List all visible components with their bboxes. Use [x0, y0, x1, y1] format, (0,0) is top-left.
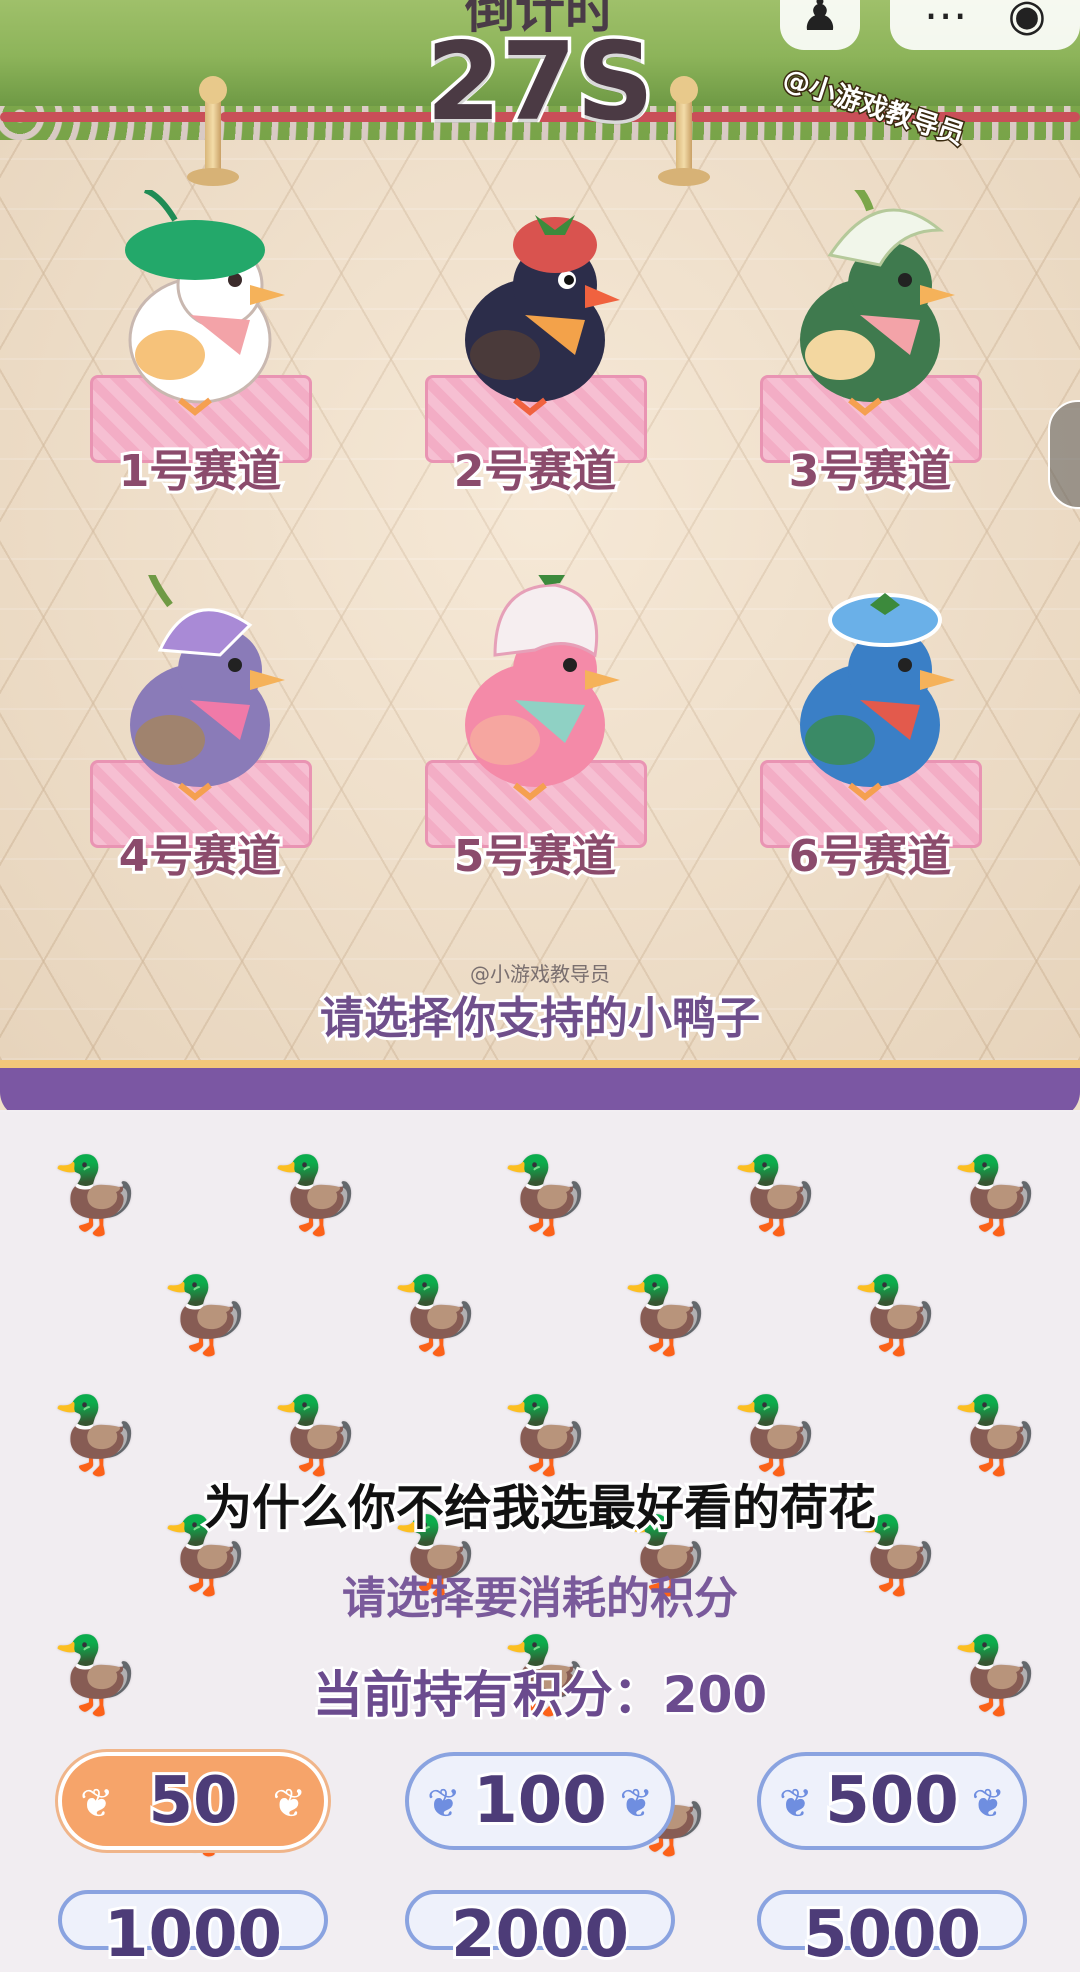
- current-points: 当前持有积分：200: [310, 1664, 769, 1727]
- race-field: 倒计时 27S @小游戏教导员 ♟ ⋯ ◉ 1号赛道 2号赛道 3号赛道 4号赛…: [0, 0, 1080, 1110]
- bet-option-50[interactable]: ❦ 50 ❦: [58, 1752, 328, 1850]
- bet-option-label: 100: [470, 1761, 610, 1841]
- lane-label: 5号赛道: [451, 828, 620, 885]
- laurel-icon: ❦: [272, 1781, 306, 1827]
- duck-pattern-icon: 🦆: [390, 1272, 483, 1358]
- duck-pattern-icon: 🦆: [160, 1272, 253, 1358]
- duck-pattern-icon: 🦆: [950, 1152, 1043, 1238]
- duck-bellflower-icon[interactable]: [435, 575, 635, 805]
- video-subtitle: 为什么你不给我选最好看的荷花: [201, 1477, 879, 1539]
- lane-2[interactable]: 2号赛道: [415, 170, 655, 530]
- laurel-icon: ❦: [80, 1781, 114, 1827]
- laurel-icon: ❦: [427, 1781, 461, 1827]
- bet-option-label: 5000: [800, 1895, 984, 1972]
- duck-pattern-icon: 🦆: [500, 1152, 593, 1238]
- rope-post: [187, 76, 239, 186]
- bet-option-label: 50: [145, 1761, 240, 1841]
- laurel-icon: ❦: [619, 1781, 653, 1827]
- lane-label: 3号赛道: [786, 443, 955, 500]
- duck-pattern-icon: 🦆: [270, 1152, 363, 1238]
- bet-option-label: 500: [822, 1761, 962, 1841]
- lane-label: 2号赛道: [451, 443, 620, 500]
- duck-pattern-icon: 🦆: [50, 1152, 143, 1238]
- side-drawer-tab[interactable]: [1048, 400, 1080, 509]
- duck-pattern-icon: 🦆: [730, 1152, 823, 1238]
- bet-option-label: 2000: [448, 1895, 632, 1972]
- target-circle-icon[interactable]: ◉: [1008, 0, 1046, 41]
- bet-option-1000[interactable]: 1000: [58, 1890, 328, 1972]
- lane-label: 4号赛道: [116, 828, 285, 885]
- duck-pattern-icon: 🦆: [50, 1392, 143, 1478]
- lane-4[interactable]: 4号赛道: [80, 555, 320, 915]
- laurel-icon: ❦: [971, 1781, 1005, 1827]
- lane-label: 6号赛道: [786, 828, 955, 885]
- lane-5[interactable]: 5号赛道: [415, 555, 655, 915]
- bet-option-2000[interactable]: 2000: [405, 1890, 675, 1972]
- capsule-menu[interactable]: ⋯ ◉: [890, 0, 1080, 50]
- more-dots-icon[interactable]: ⋯: [924, 0, 968, 41]
- duck-pattern-icon: 🦆: [950, 1392, 1043, 1478]
- duck-pattern-icon: 🦆: [730, 1392, 823, 1478]
- duck-strawberry-icon[interactable]: [435, 190, 635, 420]
- lane-3[interactable]: 3号赛道: [750, 170, 990, 530]
- joystick-icon[interactable]: ♟: [780, 0, 860, 50]
- duck-blue-flower-icon[interactable]: [770, 575, 970, 805]
- rope-barrier: [0, 112, 210, 122]
- duck-lily-icon[interactable]: [770, 190, 970, 420]
- duck-morning-glory-icon[interactable]: [100, 575, 300, 805]
- lane-label: 1号赛道: [116, 443, 285, 500]
- bet-option-500[interactable]: ❦ 500 ❦: [757, 1752, 1027, 1850]
- duck-lotus-leaf-icon[interactable]: [100, 190, 300, 420]
- duck-pattern-icon: 🦆: [500, 1392, 593, 1478]
- lane-6[interactable]: 6号赛道: [750, 555, 990, 915]
- duck-pattern-icon: 🦆: [620, 1272, 713, 1358]
- lane-1[interactable]: 1号赛道: [80, 170, 320, 530]
- countdown-timer: 27S: [422, 17, 657, 149]
- laurel-icon: ❦: [779, 1781, 813, 1827]
- bet-option-5000[interactable]: 5000: [757, 1890, 1027, 1972]
- bet-option-label: 1000: [101, 1895, 285, 1972]
- points-prompt: 请选择要消耗的积分: [342, 1573, 738, 1624]
- field-frame: [0, 1060, 1080, 1110]
- bet-option-100[interactable]: ❦ 100 ❦: [405, 1752, 675, 1850]
- duck-pattern-icon: 🦆: [270, 1392, 363, 1478]
- duck-pattern-icon: 🦆: [850, 1272, 943, 1358]
